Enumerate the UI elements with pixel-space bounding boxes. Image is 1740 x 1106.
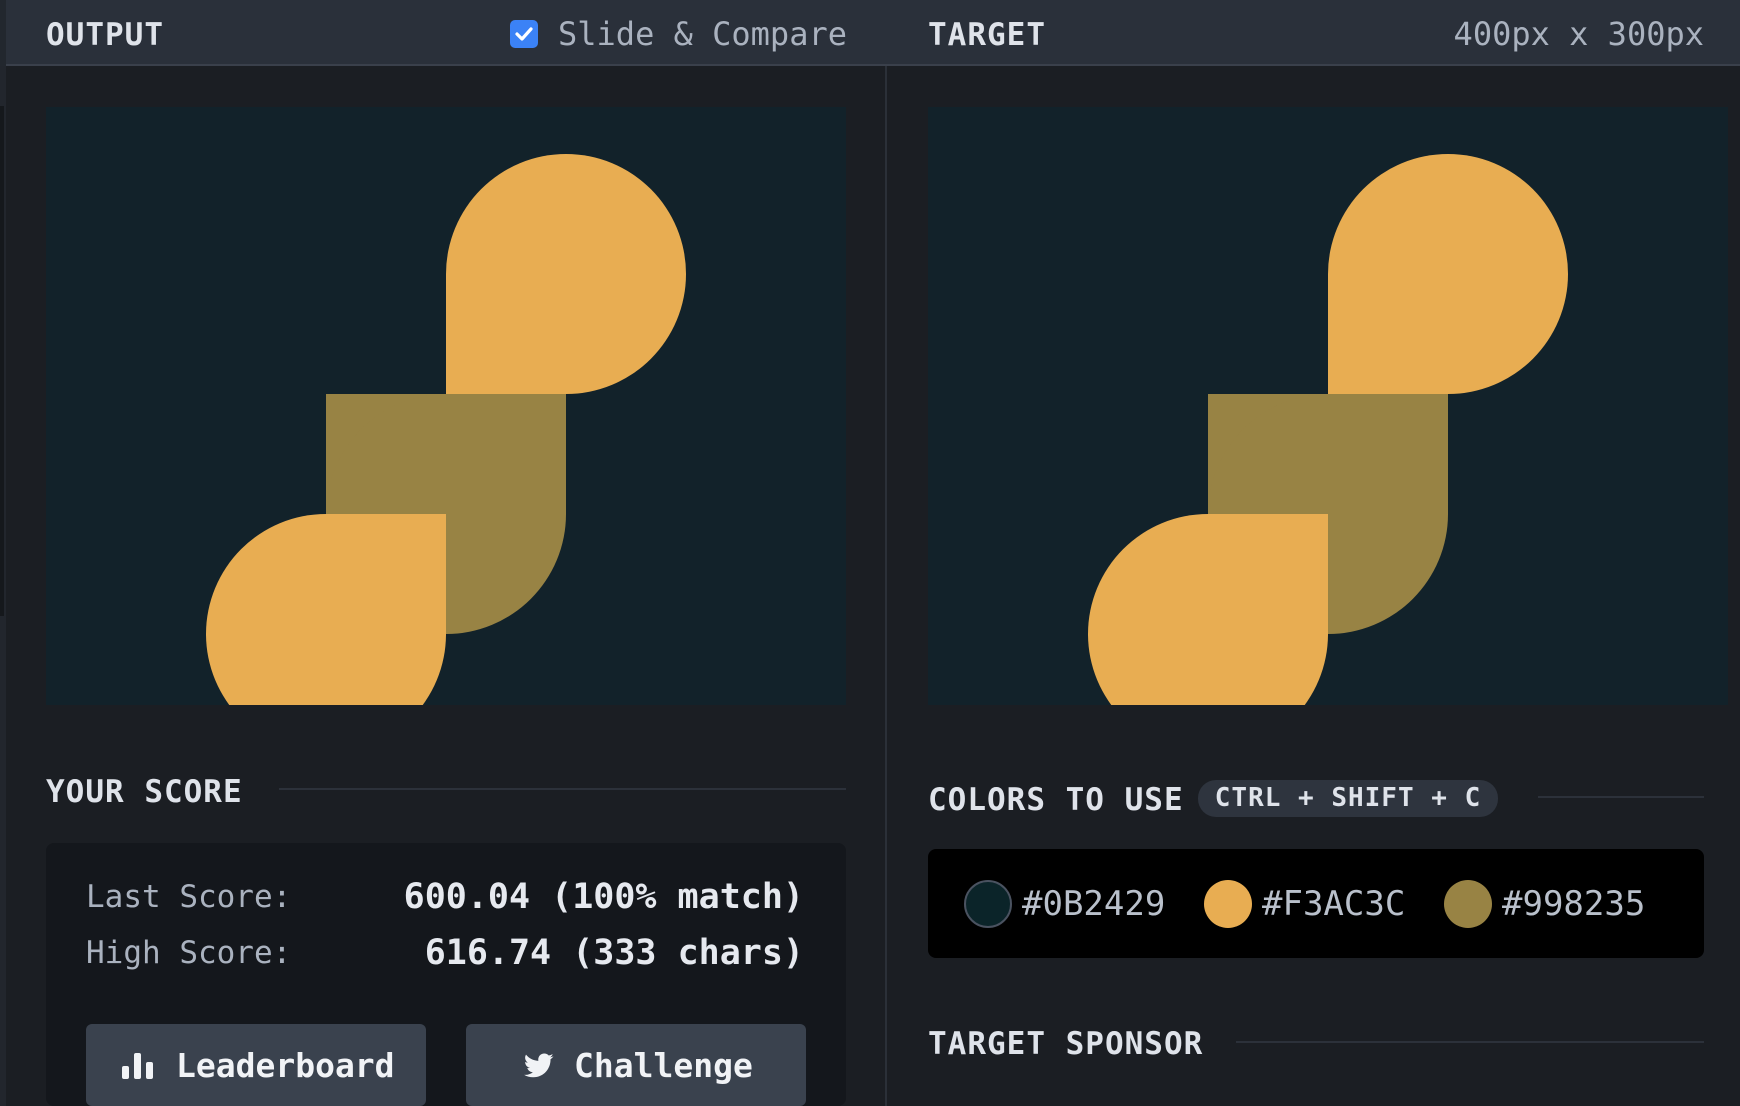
swatch-yellow[interactable] <box>1204 880 1252 928</box>
column-divider <box>885 66 887 1106</box>
swatch-dark[interactable] <box>964 880 1012 928</box>
output-canvas[interactable] <box>46 107 846 705</box>
slide-compare-checkbox[interactable] <box>510 20 538 48</box>
target-size-label: 400px x 300px <box>1453 15 1704 53</box>
last-score-value: 600.04 (100% match) <box>403 877 804 917</box>
output-bottom-drop <box>206 514 446 705</box>
high-score-value: 616.74 (333 chars) <box>424 933 804 973</box>
editor-edge-mark <box>0 106 4 616</box>
output-shapes <box>206 154 686 705</box>
target-title: TARGET <box>928 17 1046 53</box>
leaderboard-label: Leaderboard <box>176 1046 395 1085</box>
challenge-label: Challenge <box>574 1046 753 1085</box>
output-top-circle <box>446 154 686 394</box>
target-bottom-drop <box>1088 514 1328 705</box>
check-icon <box>515 27 533 41</box>
score-panel: Last Score: 600.04 (100% match) High Sco… <box>46 843 846 1106</box>
last-score-label: Last Score: <box>86 879 292 915</box>
editor-edge <box>0 66 6 1106</box>
swatch-dark-hex[interactable]: #0B2429 <box>1022 884 1165 924</box>
your-score-rule <box>279 788 846 790</box>
target-sponsor-title: TARGET SPONSOR <box>928 1026 1204 1062</box>
target-canvas <box>928 107 1728 705</box>
copy-colors-shortcut: CTRL + SHIFT + C <box>1198 780 1498 817</box>
swatch-olive-hex[interactable]: #998235 <box>1502 884 1645 924</box>
leaderboard-button[interactable]: Leaderboard <box>86 1024 426 1106</box>
challenge-button[interactable]: Challenge <box>466 1024 806 1106</box>
colors-panel: #0B2429 #F3AC3C #998235 <box>928 849 1704 958</box>
colors-rule <box>1538 796 1704 798</box>
output-title: OUTPUT <box>46 17 164 53</box>
high-score-label: High Score: <box>86 935 292 971</box>
bar-chart-icon <box>122 1053 153 1079</box>
header-edge <box>0 0 6 66</box>
header-bar: OUTPUT Slide & Compare TARGET 400px x 30… <box>0 0 1740 66</box>
swatch-olive[interactable] <box>1444 880 1492 928</box>
your-score-title: YOUR SCORE <box>46 774 243 810</box>
swatch-yellow-hex[interactable]: #F3AC3C <box>1262 884 1405 924</box>
twitter-icon <box>524 1053 554 1078</box>
target-shapes <box>1088 154 1568 705</box>
slide-compare-label[interactable]: Slide & Compare <box>558 15 847 53</box>
target-top-circle <box>1328 154 1568 394</box>
target-sponsor-rule <box>1236 1041 1704 1043</box>
css-battle-app: OUTPUT Slide & Compare TARGET 400px x 30… <box>0 0 1740 1106</box>
colors-title: COLORS TO USE <box>928 782 1184 818</box>
